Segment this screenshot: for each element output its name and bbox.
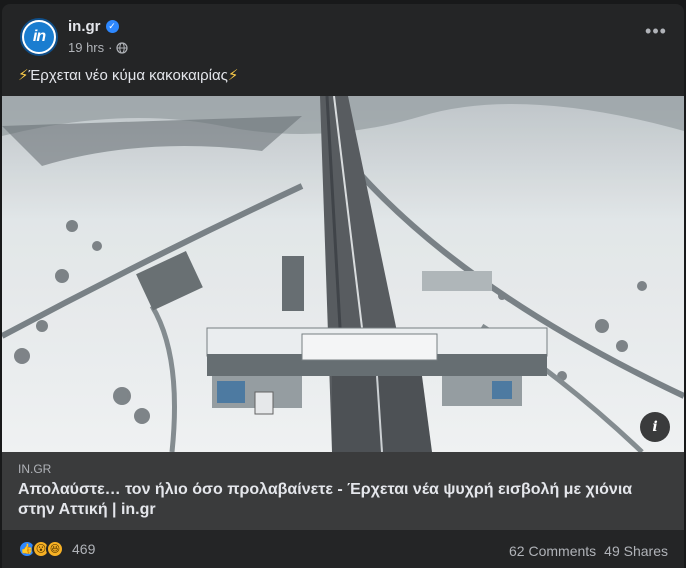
page-name-text[interactable]: in.gr <box>68 18 101 35</box>
post-image[interactable]: i <box>2 96 684 452</box>
avatar-logo: in <box>24 22 54 52</box>
lightning-emoji-left: ⚡ <box>18 67 29 84</box>
snowy-highway-photo <box>2 96 684 452</box>
link-title[interactable]: Απολαύστε… τον ήλιο όσο προλαβαίνετε - Έ… <box>18 480 638 520</box>
more-options-icon[interactable]: ••• <box>644 22 668 44</box>
post-text: ⚡ Έρχεται νέο κύμα κακοκαιρίας ⚡ <box>18 66 239 85</box>
info-icon[interactable]: i <box>640 412 670 442</box>
post-footer: 👍 😮 😆 469 62 Comments 49 Shares <box>2 530 684 568</box>
verified-icon: ✓ <box>105 20 119 33</box>
link-domain: IN.GR <box>18 462 52 476</box>
post-card: in in.gr ✓ 19 hrs · ••• ⚡ Έρχεται νέο κύ… <box>2 4 684 568</box>
globe-icon <box>116 41 129 54</box>
post-text-content: Έρχεται νέο κύμα κακοκαιρίας <box>28 66 228 84</box>
haha-reaction-icon: 😆 <box>46 540 64 558</box>
reaction-count[interactable]: 469 <box>72 541 95 557</box>
page-name[interactable]: in.gr ✓ <box>68 18 119 35</box>
post-meta: 19 hrs · <box>68 40 129 55</box>
link-preview[interactable]: IN.GR Απολαύστε… τον ήλιο όσο προλαβαίνε… <box>2 452 684 530</box>
reactions-summary[interactable]: 👍 😮 😆 469 <box>18 540 95 558</box>
engagement-stats: 62 Comments 49 Shares <box>509 543 668 559</box>
shares-count[interactable]: 49 Shares <box>604 543 668 559</box>
lightning-emoji-right: ⚡ <box>227 67 239 84</box>
comments-count[interactable]: 62 Comments <box>509 543 596 559</box>
post-header: in in.gr ✓ 19 hrs · ••• <box>18 16 668 60</box>
page-avatar[interactable]: in <box>20 18 58 56</box>
meta-separator: · <box>108 40 113 55</box>
post-time[interactable]: 19 hrs <box>68 40 104 55</box>
